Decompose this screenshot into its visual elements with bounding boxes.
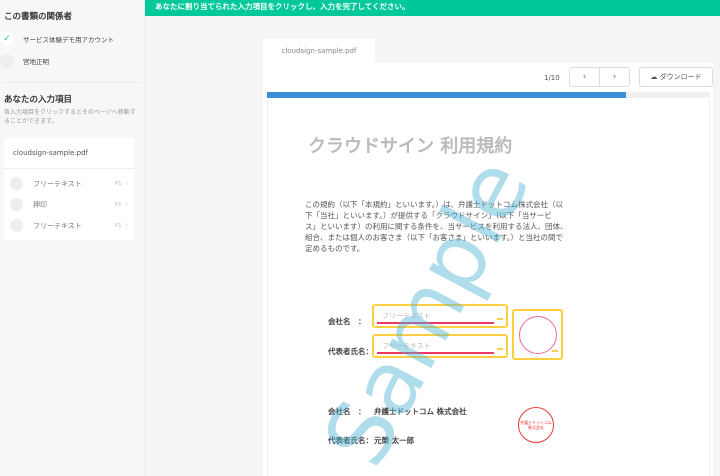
field-placeholder: フリーテキスト: [382, 342, 431, 350]
instruction-banner: あなたに割り当てられた入力項目をクリックし、入力を完了してください。: [145, 0, 720, 16]
parties-section: この書類の関係者 ✓ サービス体験デモ用アカウント 宮地正明: [0, 0, 144, 83]
party-item: 宮地正明: [0, 50, 140, 72]
inputs-title: あなたの入力項目: [4, 95, 73, 105]
next-page-button[interactable]: ›: [600, 68, 629, 86]
field-marker: [552, 350, 558, 352]
progress-bar: [267, 92, 710, 98]
stamp-circle: [519, 316, 557, 354]
field-placeholder: フリーテキスト: [382, 312, 431, 320]
rep-label: 代表者氏名：: [328, 347, 373, 356]
parties-title: この書類の関係者: [4, 12, 73, 22]
paragraph-line: 定めるものです。: [305, 244, 365, 253]
status-circle-icon: [10, 177, 23, 190]
file-name: cloudsign-sample.pdf: [4, 138, 134, 169]
company-value: 弁護士ドットコム 株式会社: [374, 407, 467, 416]
rep-label: 代表者氏名：: [328, 436, 373, 445]
input-item[interactable]: フリーテキスト P1 ›: [4, 173, 134, 194]
prev-page-button[interactable]: ‹: [570, 68, 600, 86]
download-button[interactable]: ☁ ダウンロード: [639, 67, 713, 87]
item-page: P1: [114, 222, 122, 229]
paragraph-line: ス」といいます）の利用に関する条件を、当サービスを利用する法人、団体、: [305, 222, 568, 231]
chevron-right-icon: ›: [125, 222, 128, 229]
field-underline: [377, 322, 494, 324]
party-name: 宮地正明: [23, 58, 49, 66]
pdf-page: クラウドサイン 利用規約 この規約（以下「本規約」といいます。）は、弁護士ドット…: [267, 100, 710, 476]
cloud-download-icon: ☁: [650, 73, 658, 81]
input-items-card: cloudsign-sample.pdf フリーテキスト P1 › 押印 P1 › フリ…: [4, 138, 134, 240]
company-label: 会社名 ：: [328, 317, 366, 326]
party-name: サービス体験デモ用アカウント: [23, 36, 114, 44]
item-label: フリーテキスト: [33, 221, 82, 230]
status-circle-icon: [10, 198, 23, 211]
status-circle-icon: [10, 219, 23, 232]
inputs-description: 各入力項目をクリックするとそのページへ移動することができます。: [4, 109, 136, 125]
rep-value: 元榮 太一郎: [374, 436, 415, 445]
item-page: P1: [114, 180, 122, 187]
document-viewer: 1/10 ‹ › ☁ ダウンロード クラウドサイン 利用規約 この規約（以下「本…: [263, 63, 713, 476]
document-paragraph: この規約（以下「本規約」といいます。）は、弁護士ドットコム株式会社（以 下「当社…: [305, 199, 568, 254]
inputs-section: あなたの入力項目 各入力項目をクリックするとそのページへ移動することができます。: [0, 83, 144, 126]
progress-fill: [267, 92, 626, 98]
item-label: 押印: [33, 200, 47, 209]
chevron-left-icon: ‹: [582, 72, 587, 82]
document-title: クラウドサイン 利用規約: [308, 136, 513, 157]
page-nav: ‹ ›: [569, 67, 630, 87]
chevron-right-icon: ›: [612, 72, 617, 82]
input-item[interactable]: 押印 P1 ›: [4, 194, 134, 215]
field-marker: [497, 348, 503, 350]
check-icon: ✓: [0, 32, 14, 46]
paragraph-line: この規約（以下「本規約」といいます。）は、弁護士ドットコム株式会社（以: [305, 200, 563, 209]
page-indicator: 1/10: [544, 74, 560, 82]
seal-text: 弁護士ドットコム株式会社: [520, 420, 552, 430]
tab-document[interactable]: cloudsign-sample.pdf: [263, 39, 375, 63]
field-underline: [377, 352, 494, 354]
pending-circle-icon: [0, 54, 14, 68]
company-seal: 弁護士ドットコム株式会社: [518, 407, 554, 443]
field-marker: [497, 318, 503, 320]
party-item: ✓ サービス体験デモ用アカウント: [0, 28, 140, 50]
paragraph-line: 組合、または個人のお客さま（以下「お客さま」といいます。）と当社の間で: [305, 233, 563, 242]
rep-name-field[interactable]: フリーテキスト: [372, 334, 508, 358]
sidebar: この書類の関係者 ✓ サービス体験デモ用アカウント 宮地正明 あなたの入力項目 各…: [0, 0, 145, 476]
company-label: 会社名 ：: [328, 407, 366, 416]
company-name-field[interactable]: フリーテキスト: [372, 304, 508, 328]
item-label: フリーテキスト: [33, 179, 82, 188]
stamp-field[interactable]: [512, 309, 563, 360]
paragraph-line: 下「当社」といいます。）が提供する「クラウドサイン」（以下「当サービ: [305, 211, 552, 220]
input-item[interactable]: フリーテキスト P1 ›: [4, 215, 134, 236]
chevron-right-icon: ›: [125, 201, 128, 208]
item-page: P1: [114, 201, 122, 208]
download-label: ダウンロード: [659, 73, 702, 81]
chevron-right-icon: ›: [125, 180, 128, 187]
